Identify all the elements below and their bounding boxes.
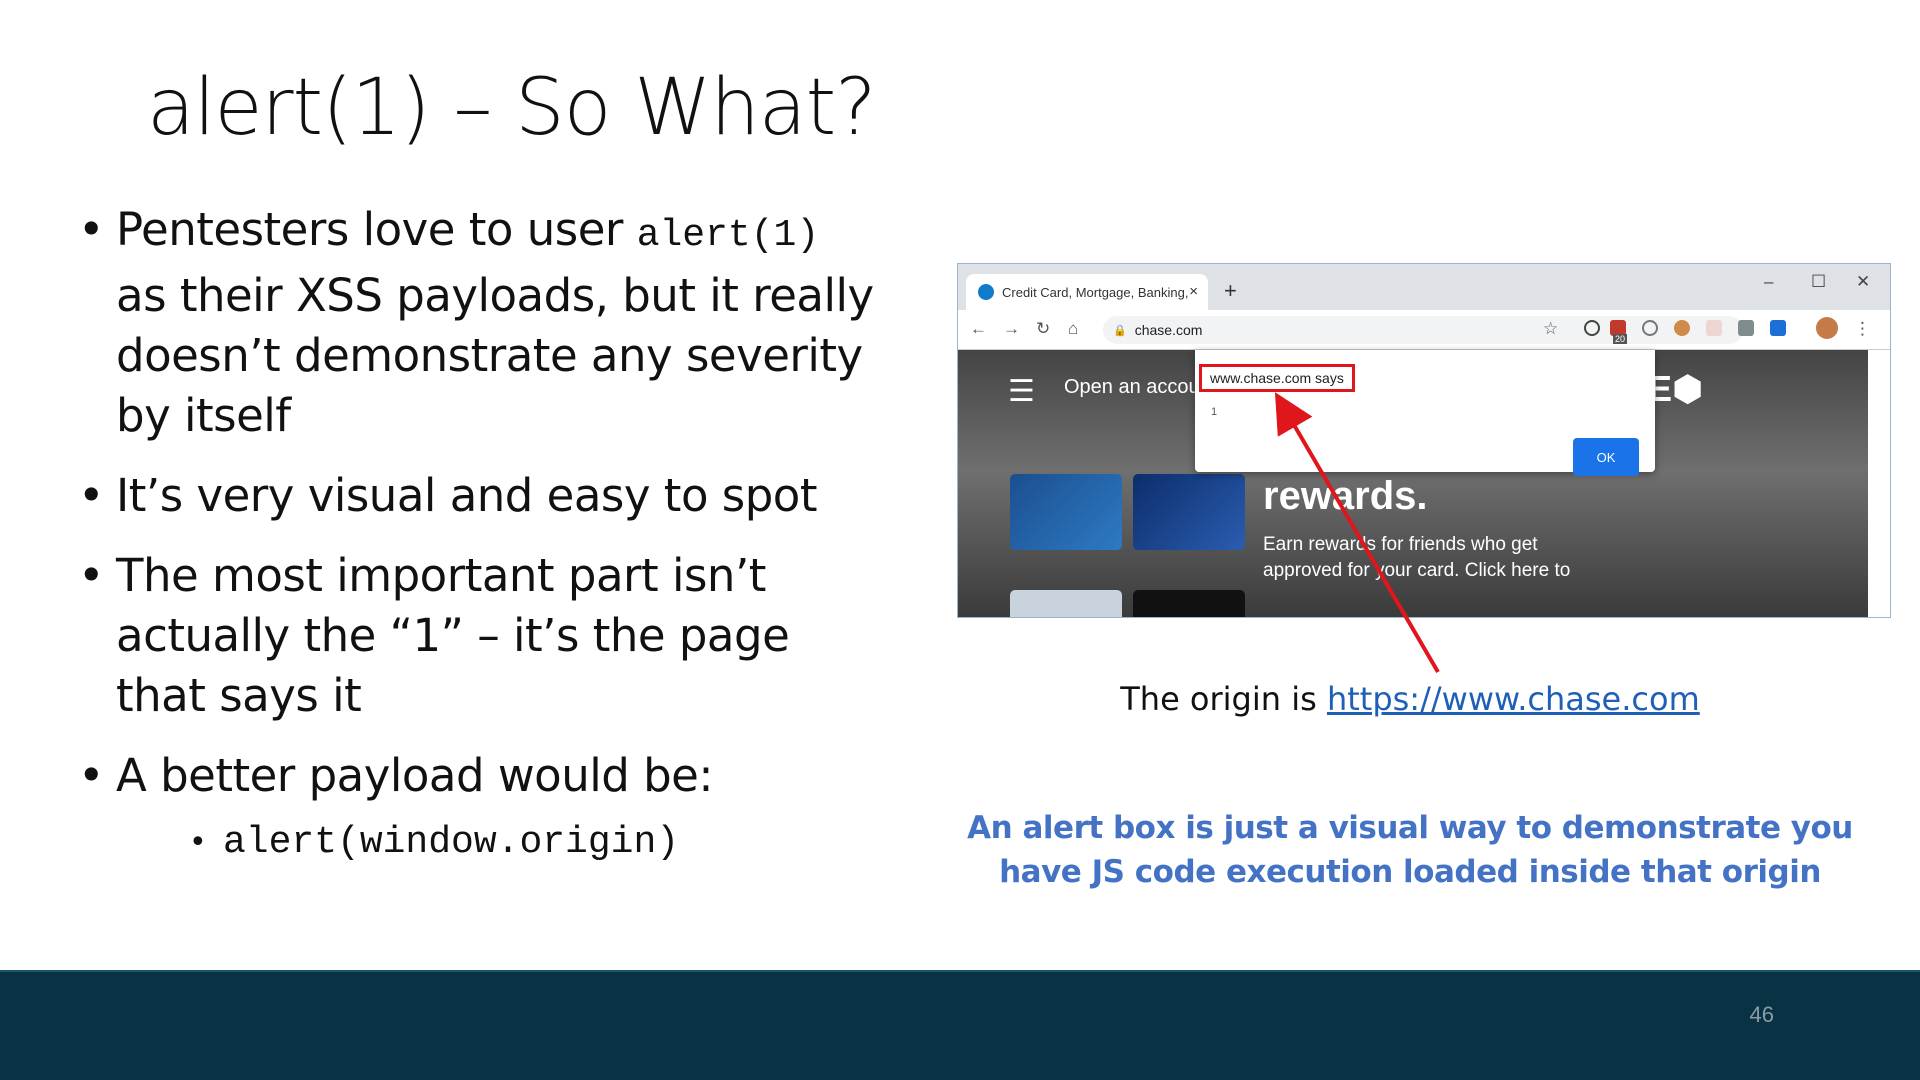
back-icon[interactable]: ← xyxy=(970,319,987,339)
bullet-item: A better payload would be: xyxy=(78,746,878,806)
extension-icon[interactable] xyxy=(1706,320,1722,336)
rewards-text: Earn rewards for friends who get approve… xyxy=(1263,532,1570,584)
bullet-list: Pentesters love to user alert(1) as thei… xyxy=(78,200,878,812)
extension-icon[interactable] xyxy=(1584,320,1600,336)
forward-icon[interactable]: → xyxy=(1003,319,1020,339)
rewards-text-line: Earn rewards for friends who get xyxy=(1263,534,1538,555)
ok-button[interactable]: OK xyxy=(1573,438,1639,476)
menu-label[interactable]: Open an accou xyxy=(1064,376,1200,399)
inline-code: alert(1) xyxy=(636,214,820,257)
tab-bar: Credit Card, Mortgage, Banking, × + – ☐ … xyxy=(958,264,1890,310)
slide-footer: 46 xyxy=(0,970,1920,1080)
chase-logo-icon xyxy=(978,284,994,300)
tab-title: Credit Card, Mortgage, Banking, xyxy=(1002,284,1189,300)
sub-bullet-list: alert(window.origin) xyxy=(189,812,679,868)
reload-icon[interactable]: ↻ xyxy=(1036,319,1050,339)
extension-icon[interactable] xyxy=(1738,320,1754,336)
credit-card-image xyxy=(1133,590,1245,617)
maximize-icon[interactable]: ☐ xyxy=(1811,272,1826,292)
star-icon[interactable]: ☆ xyxy=(1543,319,1558,339)
minimize-icon[interactable]: – xyxy=(1764,272,1773,292)
extension-badge: 20 xyxy=(1613,334,1628,344)
alert-dialog: www.chase.com says 1 OK xyxy=(1195,350,1655,476)
lock-icon: 🔒 xyxy=(1113,324,1127,337)
new-tab-icon[interactable]: + xyxy=(1224,278,1237,304)
tab-close-icon[interactable]: × xyxy=(1189,283,1198,300)
alert-origin-label: www.chase.com says xyxy=(1199,364,1355,392)
credit-card-image xyxy=(1133,474,1245,550)
bullet-text: as their XSS payloads, but it really doe… xyxy=(116,269,874,442)
browser-tab[interactable]: Credit Card, Mortgage, Banking, × xyxy=(966,274,1208,310)
url-text: chase.com xyxy=(1134,322,1203,338)
more-menu-icon[interactable]: ⋮ xyxy=(1854,319,1871,339)
window-close-icon[interactable]: ✕ xyxy=(1856,272,1870,292)
origin-prefix: The origin is xyxy=(1120,680,1327,718)
hamburger-icon[interactable]: ☰ xyxy=(1008,374,1035,409)
sub-bullet-item: alert(window.origin) xyxy=(189,818,679,868)
home-icon[interactable]: ⌂ xyxy=(1068,319,1078,339)
avatar[interactable] xyxy=(1816,317,1838,339)
bullet-text: Pentesters love to user xyxy=(116,203,637,256)
slide-title: alert(1) – So What? xyxy=(147,63,877,153)
bullet-item: The most important part isn’t actually t… xyxy=(78,546,878,726)
page-side-panel xyxy=(1868,350,1890,617)
extension-icon[interactable] xyxy=(1674,320,1690,336)
extension-icon[interactable] xyxy=(1642,320,1658,336)
bullet-item: Pentesters love to user alert(1) as thei… xyxy=(78,200,878,446)
summary-note: An alert box is just a visual way to dem… xyxy=(967,810,1853,890)
chase-brand-icon: E⬢ xyxy=(1648,368,1704,409)
credit-card-image xyxy=(1010,590,1122,617)
address-bar: ← → ↻ ⌂ 🔒 chase.com ☆ 20 ⋮ xyxy=(958,310,1890,350)
extension-icon[interactable] xyxy=(1770,320,1786,336)
rewards-text-line: approved for your card. Click here to xyxy=(1263,560,1571,581)
credit-card-image xyxy=(1010,474,1122,550)
origin-link[interactable]: https://www.chase.com xyxy=(1327,680,1700,718)
origin-caption: The origin is https://www.chase.com xyxy=(1010,680,1810,718)
rewards-heading: rewards. xyxy=(1263,474,1428,518)
alert-message: 1 xyxy=(1211,406,1218,418)
bullet-item: It’s very visual and easy to spot xyxy=(78,466,878,526)
page-number: 46 xyxy=(1749,1002,1774,1027)
browser-screenshot: Credit Card, Mortgage, Banking, × + – ☐ … xyxy=(957,263,1891,618)
